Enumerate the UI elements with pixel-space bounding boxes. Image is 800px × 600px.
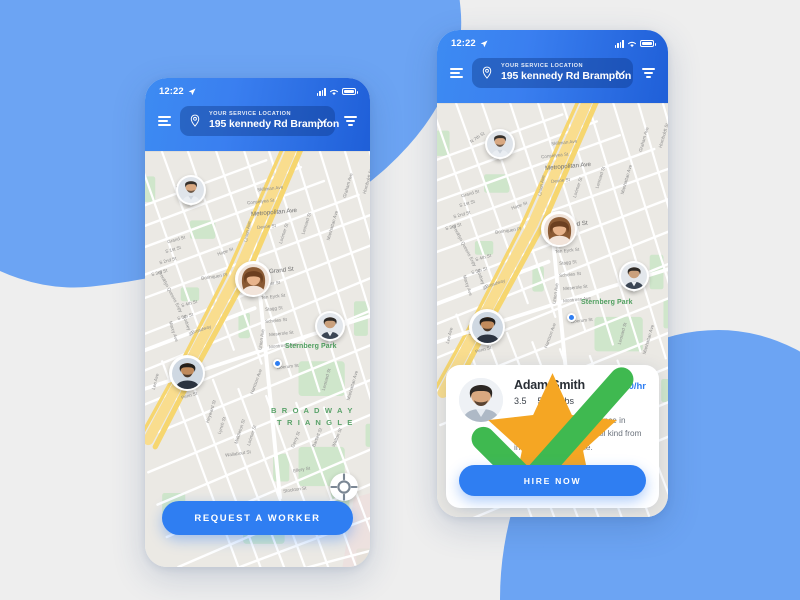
- service-location-text: YOUR SERVICE LOCATION 195 kennedy Rd Bra…: [501, 63, 632, 82]
- worker-stats: 3.5 532 Jobs: [471, 367, 646, 497]
- worker-pin-bubble: [315, 311, 345, 341]
- signal-bars-icon: [316, 88, 326, 96]
- map-view-left[interactable]: N 7th St Skillman Ave Conselyea St Metro…: [145, 151, 370, 567]
- worker-pin-bubble: [541, 211, 577, 247]
- phone-left: 12:22 YOUR SERVICE LOCATION 195 kennedy …: [145, 78, 370, 567]
- service-location-selector[interactable]: YOUR SERVICE LOCATION 195 kennedy Rd Bra…: [472, 58, 633, 88]
- worker-map-pin[interactable]: [485, 129, 515, 163]
- worker-avatar: [621, 263, 647, 289]
- chevron-down-icon: [318, 118, 327, 123]
- service-location-text: YOUR SERVICE LOCATION 195 kennedy Rd Bra…: [209, 111, 340, 130]
- worker-avatar: [487, 131, 513, 157]
- status-bar-right-group: [316, 87, 358, 96]
- signal-bars-icon: [614, 40, 624, 48]
- worker-map-pin[interactable]: [235, 261, 271, 302]
- current-location-dot: [273, 359, 282, 368]
- worker-map-pin[interactable]: [169, 355, 205, 396]
- phone-right: 12:22 YOUR SERVICE LOCATION 195 kennedy …: [437, 30, 668, 517]
- worker-pin-bubble: [176, 175, 206, 205]
- chevron-down-icon: [616, 70, 625, 75]
- worker-map-pin[interactable]: [541, 211, 577, 252]
- filter-icon[interactable]: [642, 68, 655, 78]
- hire-now-button[interactable]: HIRE NOW: [459, 465, 646, 496]
- location-arrow-icon: [188, 87, 196, 95]
- service-location-value: 195 kennedy Rd Brampton: [209, 118, 340, 130]
- wifi-icon: [628, 41, 636, 47]
- worker-avatar: [471, 311, 503, 343]
- crosshair-locate-icon[interactable]: [330, 473, 358, 501]
- worker-jobs: 532 Jobs: [471, 367, 634, 497]
- request-a-worker-button[interactable]: REQUEST A WORKER: [162, 501, 353, 535]
- wifi-icon: [330, 89, 338, 95]
- worker-pin-bubble: [469, 309, 505, 345]
- service-location-label: YOUR SERVICE LOCATION: [209, 111, 291, 117]
- map-pin-icon: [482, 66, 492, 79]
- worker-map-pin[interactable]: [315, 311, 345, 345]
- current-location-dot: [567, 313, 576, 322]
- map-view-right[interactable]: N 7th St Skillman Ave Conselyea St Metro…: [437, 103, 668, 517]
- worker-detail-card: Adam Smith $20/hr 3.5: [446, 365, 659, 508]
- app-header-left: 12:22 YOUR SERVICE LOCATION 195 kennedy …: [145, 78, 370, 152]
- app-header-right: 12:22 YOUR SERVICE LOCATION 195 kennedy …: [437, 30, 668, 104]
- worker-avatar: [237, 263, 269, 295]
- worker-pin-bubble: [235, 261, 271, 297]
- status-time: 12:22: [451, 38, 476, 49]
- status-bar-left: 12:22: [145, 78, 370, 99]
- filter-icon[interactable]: [344, 116, 357, 126]
- status-bar-left-group: 12:22: [159, 86, 196, 97]
- worker-pin-bubble: [619, 261, 649, 291]
- worker-avatar: [543, 213, 575, 245]
- worker-info: Adam Smith $20/hr 3.5: [471, 367, 646, 497]
- battery-icon: [342, 87, 358, 96]
- hamburger-menu-icon[interactable]: [450, 68, 463, 78]
- worker-avatar: [317, 313, 343, 339]
- worker-map-pin[interactable]: [619, 261, 649, 295]
- worker-avatar: [171, 357, 203, 389]
- map-pin-icon: [190, 114, 200, 127]
- worker-card-top: Adam Smith $20/hr 3.5: [459, 367, 646, 497]
- header-bar-right: YOUR SERVICE LOCATION 195 kennedy Rd Bra…: [437, 51, 668, 103]
- location-arrow-icon: [480, 39, 488, 47]
- status-time: 12:22: [159, 86, 184, 97]
- screenshot-canvas: 12:22 YOUR SERVICE LOCATION 195 kennedy …: [0, 0, 800, 600]
- status-bar-right-group: [614, 39, 656, 48]
- status-bar-left-group: 12:22: [451, 38, 488, 49]
- status-bar-right: 12:22: [437, 30, 668, 51]
- worker-pin-bubble: [485, 129, 515, 159]
- hamburger-menu-icon[interactable]: [158, 116, 171, 126]
- service-location-label: YOUR SERVICE LOCATION: [501, 63, 583, 69]
- service-location-selector[interactable]: YOUR SERVICE LOCATION 195 kennedy Rd Bra…: [180, 106, 340, 136]
- header-bar-left: YOUR SERVICE LOCATION 195 kennedy Rd Bra…: [145, 99, 370, 151]
- battery-icon: [640, 39, 656, 48]
- worker-avatar: [178, 177, 204, 203]
- worker-map-pin[interactable]: [469, 309, 505, 350]
- worker-pin-bubble: [169, 355, 205, 391]
- worker-map-pin[interactable]: [176, 175, 206, 209]
- service-location-value: 195 kennedy Rd Brampton: [501, 70, 632, 82]
